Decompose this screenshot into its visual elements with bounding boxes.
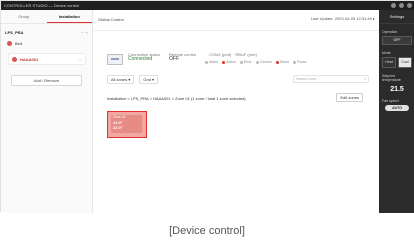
mode-selector: Heat Cool xyxy=(382,57,412,68)
port-2: RBUF (port) xyxy=(235,52,257,57)
fan-speed-button[interactable]: AUTO xyxy=(385,105,409,111)
led-active: Active xyxy=(222,60,236,64)
project-name: LPS_PRA xyxy=(5,29,24,35)
maximize-icon[interactable] xyxy=(399,3,404,8)
minimize-icon[interactable] xyxy=(391,3,396,8)
zone-toolbar: All zones ▾ Grid ▾ Search zone... ⌕ xyxy=(107,74,369,84)
settings-header: Settings xyxy=(379,10,414,24)
figure-caption: [Device control] xyxy=(169,225,245,237)
window-title: CONTROLLER STUDIO — Device control xyxy=(4,3,80,8)
remote-control: Remote control OFF xyxy=(169,52,197,62)
setpoint-value[interactable]: 21.5 xyxy=(382,86,412,93)
settings-panel: Settings Operation OFF Mode Heat Cool Se… xyxy=(379,10,414,213)
search-icon: ⌕ xyxy=(364,77,366,81)
mode-cool-button[interactable]: Cool xyxy=(398,57,412,68)
controller-device-icon xyxy=(107,54,123,65)
navigation-panel: Group Installation LPS_PRA ⋯ + Bed HAAA0… xyxy=(1,10,93,213)
setpoint-label: Setpoint temperature xyxy=(382,74,401,82)
main-content: Global Control Last Update: 2023-04-05 1… xyxy=(93,10,379,213)
divider xyxy=(93,30,379,31)
port-1: COM1 (port) xyxy=(209,52,232,57)
connection-value: Connected xyxy=(128,56,153,62)
breadcrumb[interactable]: Global Control xyxy=(98,17,124,22)
app-frame: CONTROLLER STUDIO — Device control Group… xyxy=(0,0,414,213)
window-controls xyxy=(391,3,412,8)
led-comms: Comms xyxy=(255,60,272,64)
view-select[interactable]: Grid ▾ xyxy=(139,74,159,84)
operation-label: Operation xyxy=(382,30,398,34)
last-update: Last Update: 2023-04-05 12:31:49 ▸ xyxy=(310,16,375,21)
led-alarm: Alarm xyxy=(205,60,218,64)
project-actions[interactable]: ⋯ + xyxy=(81,30,88,35)
more-options-icon[interactable]: ⋯ xyxy=(78,57,82,62)
operation-toggle[interactable]: OFF xyxy=(382,36,412,45)
filter-select[interactable]: All zones ▾ xyxy=(107,74,135,84)
tree-item-device[interactable]: HAAA001 ⋯ xyxy=(8,53,86,65)
mode-label: Mode xyxy=(382,51,391,55)
tab-group[interactable]: Group xyxy=(1,10,47,23)
tree-item-site[interactable]: Bed xyxy=(7,39,88,47)
status-leds: Alarm Active Error Comms Stand Power xyxy=(205,60,307,64)
device-label: HAAA001 xyxy=(20,56,39,62)
connection-status: Connection status Connected xyxy=(128,52,161,62)
led-power: Power xyxy=(292,60,307,64)
zone-card[interactable]: Zone 01 24.0° 22.0° xyxy=(107,111,147,138)
fan-label: Fan speed xyxy=(382,99,399,103)
nav-tabs: Group Installation xyxy=(1,10,92,24)
zone-section-title: Installation > LPS_PRA > HAAA001 > Zone … xyxy=(107,96,246,101)
title-bar: CONTROLLER STUDIO — Device control xyxy=(1,1,414,10)
device-info: Connection status Connected Remote contr… xyxy=(107,52,307,65)
led-stand: Stand xyxy=(275,60,289,64)
close-icon[interactable] xyxy=(407,3,412,8)
remote-value[interactable]: OFF xyxy=(169,57,196,62)
led-error: Error xyxy=(239,60,252,64)
add-device-button[interactable]: Add / Remove xyxy=(11,75,82,86)
status-dot-icon xyxy=(7,40,12,46)
status-dot-icon xyxy=(12,56,17,62)
site-label: Bed xyxy=(15,40,23,46)
zone-setpoint-temp: 22.0° xyxy=(113,125,123,130)
search-input[interactable]: Search zone... ⌕ xyxy=(293,75,369,83)
edit-zones-button[interactable]: Edit zones xyxy=(336,93,363,102)
project-row[interactable]: LPS_PRA ⋯ + xyxy=(5,28,88,36)
tab-installation[interactable]: Installation xyxy=(46,10,92,23)
mode-heat-button[interactable]: Heat xyxy=(382,57,396,68)
